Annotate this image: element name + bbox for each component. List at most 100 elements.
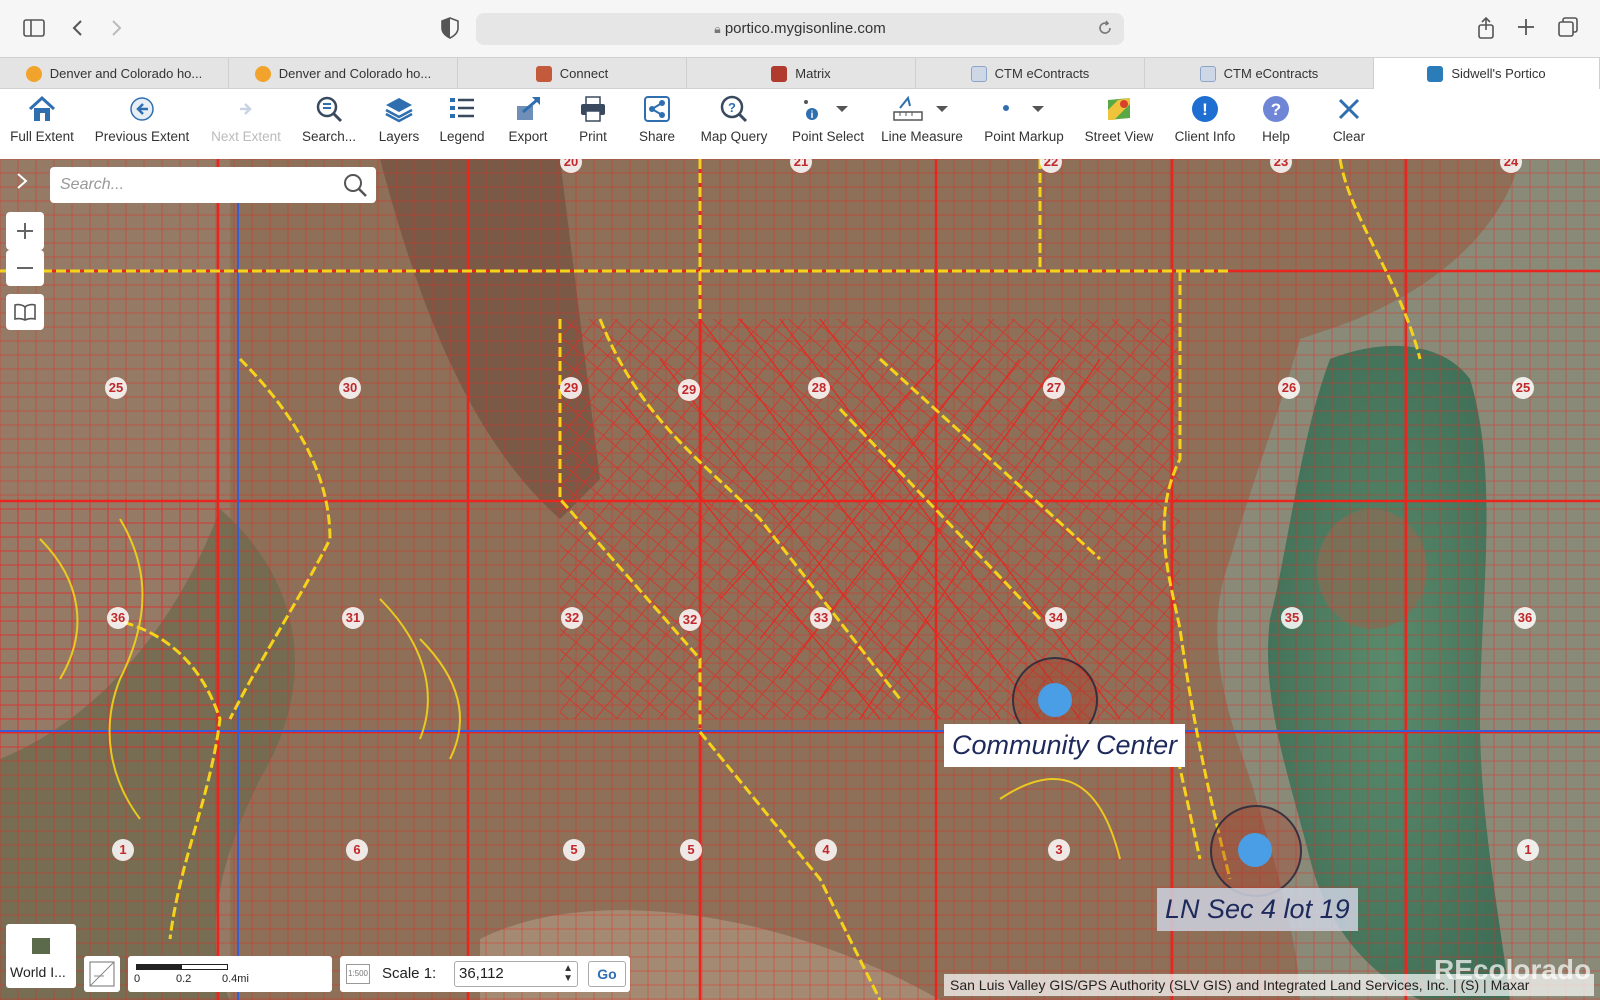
svg-text:!: !: [1202, 100, 1208, 119]
tab-overview-icon[interactable]: [1556, 16, 1580, 40]
section-label: 5: [680, 839, 702, 861]
share-icon[interactable]: [1474, 16, 1498, 40]
street-view-button[interactable]: Street View: [1080, 93, 1158, 155]
basemap-thumbnail-icon: [32, 938, 50, 954]
url-text: 🔒︎ portico.mygisonline.com: [714, 20, 886, 37]
sidebar-toggle-icon[interactable]: [22, 16, 46, 40]
lot-marker[interactable]: [1210, 805, 1302, 897]
section-label: 6: [346, 839, 368, 861]
tab-matrix[interactable]: Matrix: [687, 58, 916, 89]
clear-button[interactable]: Clear: [1324, 93, 1374, 155]
section-label: 28: [808, 377, 830, 399]
section-label: 34: [1045, 607, 1067, 629]
section-label: 30: [339, 377, 361, 399]
zoom-out-button[interactable]: [6, 250, 44, 286]
info-circle-icon: !: [1190, 93, 1220, 125]
section-label: 32: [679, 609, 701, 631]
svg-text:?: ?: [1271, 100, 1281, 119]
location-dot-icon: [1038, 683, 1072, 717]
book-icon: [14, 303, 36, 321]
map-search-input[interactable]: Search...: [50, 167, 376, 203]
street-view-map-icon: [1104, 93, 1134, 125]
previous-extent-button[interactable]: Previous Extent: [94, 93, 190, 155]
basemap-switcher[interactable]: World I...: [6, 924, 76, 988]
printer-icon: [578, 93, 608, 125]
section-label: 1: [112, 839, 134, 861]
tab-favicon: [970, 65, 987, 82]
search-list-icon: [314, 93, 344, 125]
tab-denver-1[interactable]: Denver and Colorado ho...: [0, 58, 229, 89]
section-label: 35: [1281, 607, 1303, 629]
tab-ctm-2[interactable]: CTM eContracts: [1145, 58, 1374, 89]
minus-icon: [17, 267, 33, 269]
parcel-map-layer: [0, 159, 1600, 1000]
go-button[interactable]: Go: [588, 961, 626, 987]
map-query-button[interactable]: ? Map Query: [694, 93, 774, 155]
svg-text:i: i: [811, 110, 814, 121]
scale-input[interactable]: 36,112 ▲ ▼: [454, 961, 578, 987]
point-markup-button[interactable]: Point Markup: [980, 93, 1068, 155]
address-bar[interactable]: 🔒︎ portico.mygisonline.com: [476, 13, 1124, 45]
section-label: 27: [1043, 377, 1065, 399]
lot-label: LN Sec 4 lot 19: [1157, 888, 1358, 931]
zoom-in-button[interactable]: [6, 212, 44, 250]
watermark: REcolorado: [1434, 954, 1592, 985]
overview-map-icon: [89, 961, 115, 987]
export-icon: [513, 93, 543, 125]
share-map-button[interactable]: Share: [632, 93, 682, 155]
section-label: 1: [1517, 839, 1539, 861]
reload-icon[interactable]: [1096, 19, 1114, 42]
next-extent-button[interactable]: Next Extent: [208, 93, 284, 155]
section-label: 29: [678, 379, 700, 401]
next-arrow-icon: [231, 93, 261, 125]
client-info-button[interactable]: ! Client Info: [1170, 93, 1240, 155]
line-measure-button[interactable]: Line Measure: [878, 93, 966, 155]
forward-icon[interactable]: [104, 16, 128, 40]
section-label: 33: [810, 607, 832, 629]
tab-bar: Denver and Colorado ho... Denver and Col…: [0, 57, 1600, 89]
point-select-button[interactable]: i Point Select: [784, 93, 872, 155]
privacy-shield-icon[interactable]: [438, 16, 462, 40]
tab-favicon: [771, 65, 788, 82]
tab-denver-2[interactable]: Denver and Colorado ho...: [229, 58, 458, 89]
back-icon[interactable]: [66, 16, 90, 40]
print-button[interactable]: Print: [568, 93, 618, 155]
help-button[interactable]: ? Help: [1254, 93, 1298, 155]
home-icon: [27, 93, 57, 125]
bookmarks-button[interactable]: [6, 294, 44, 330]
tab-ctm-1[interactable]: CTM eContracts: [916, 58, 1145, 89]
community-center-label: Community Center: [944, 724, 1186, 767]
section-label: 4: [815, 839, 837, 861]
tab-favicon: [25, 65, 42, 82]
section-label: 5: [563, 839, 585, 861]
stepper-arrows-icon[interactable]: ▲ ▼: [563, 964, 573, 984]
new-tab-icon[interactable]: [1514, 16, 1538, 40]
tab-favicon: [1427, 65, 1444, 82]
section-label: 25: [105, 377, 127, 399]
section-label: 32: [561, 607, 583, 629]
search-button[interactable]: Search...: [298, 93, 360, 155]
layers-icon: [384, 93, 414, 125]
section-label: 3: [1048, 839, 1070, 861]
tab-portico[interactable]: Sidwell's Portico: [1374, 58, 1600, 89]
full-extent-button[interactable]: Full Extent: [10, 93, 74, 155]
plus-icon: [17, 223, 33, 239]
scale-ruler-icon: 1:500: [346, 964, 370, 984]
legend-button[interactable]: Legend: [436, 93, 488, 155]
map-toolbar: Full Extent Previous Extent Next Extent …: [0, 89, 1600, 159]
map-canvas[interactable]: 20 21 22 23 24 25 30 29 29 28 27 26 25 3…: [0, 159, 1600, 1000]
layers-button[interactable]: Layers: [374, 93, 424, 155]
browser-toolbar: 🔒︎ portico.mygisonline.com: [0, 0, 1600, 57]
export-button[interactable]: Export: [502, 93, 554, 155]
scale-bar-graphic: [136, 964, 228, 970]
overview-map-button[interactable]: [84, 956, 120, 992]
tab-connect[interactable]: Connect: [458, 58, 687, 89]
section-label: 36: [107, 607, 129, 629]
search-icon[interactable]: [342, 172, 368, 203]
expand-panel-icon[interactable]: [4, 163, 40, 199]
section-label: 26: [1278, 377, 1300, 399]
help-question-icon: ?: [1261, 93, 1291, 125]
scale-control: 1:500 Scale 1: 36,112 ▲ ▼ Go: [340, 956, 630, 992]
query-magnifier-icon: ?: [719, 93, 749, 125]
close-icon: [1334, 93, 1364, 125]
